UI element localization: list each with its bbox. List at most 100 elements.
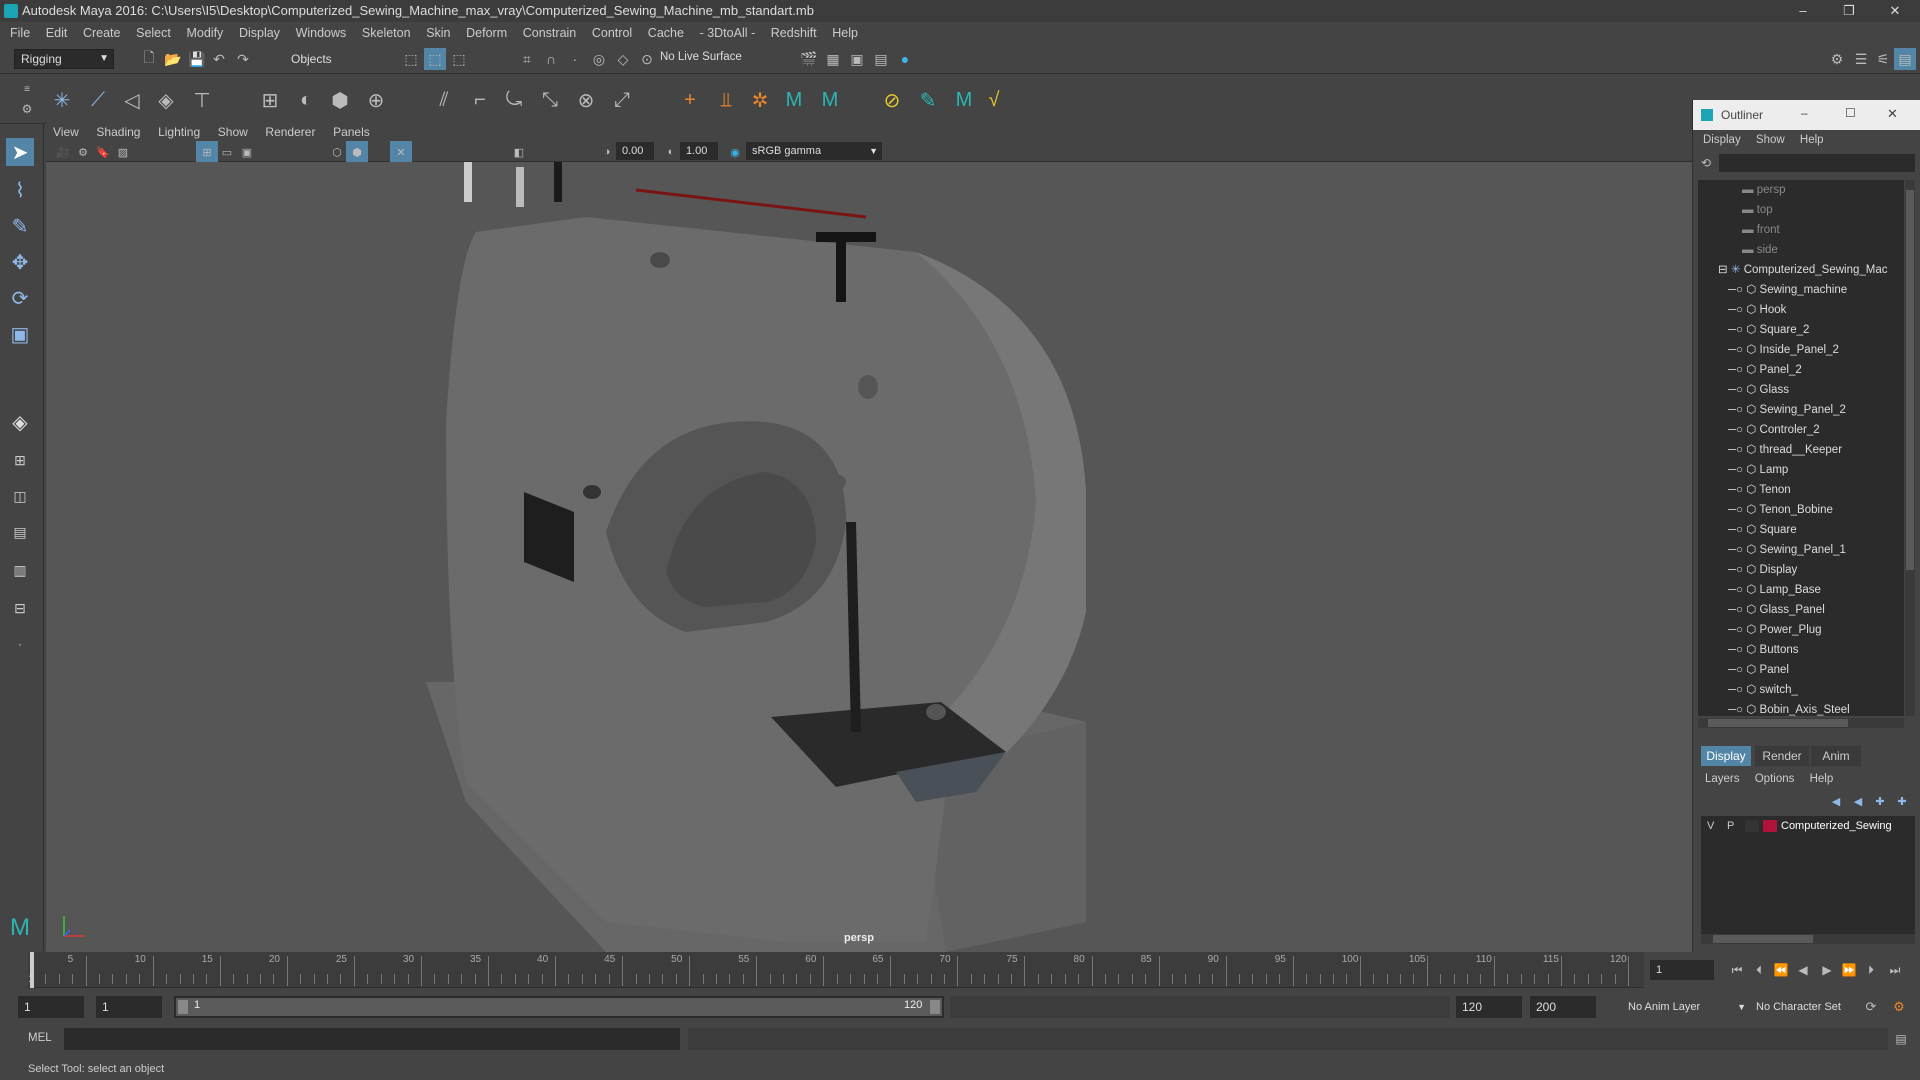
layout-two-view-icon[interactable]: ◫ [6, 482, 34, 510]
time-slider[interactable]: 1 5 10 15 20 25 30 35 40 45 50 55 60 65 70 75 80 85 90 95 1… [0, 952, 1920, 992]
selection-mode-dropdown[interactable]: Objects [282, 50, 377, 68]
outliner-item[interactable]: ─○ ⬡ Sewing_machine [1728, 280, 1847, 300]
tab-render[interactable]: Render [1755, 746, 1809, 766]
paint-weights-icon[interactable]: ◐ [292, 86, 320, 114]
menu-deform[interactable]: Deform [460, 22, 513, 44]
layout-hypershade-icon[interactable]: ⊟ [6, 594, 34, 622]
open-scene-icon[interactable]: 📂 [162, 48, 184, 70]
outliner-menu-display[interactable]: Display [1693, 134, 1747, 146]
humanik-icon[interactable]: M [780, 86, 808, 114]
bookmark-icon[interactable]: 🔖 [92, 141, 114, 163]
tab-anim[interactable]: Anim [1811, 746, 1861, 766]
vp-menu-lighting[interactable]: Lighting [151, 122, 207, 142]
outliner-group-item[interactable]: ⊟ ✳ Computerized_Sewing_Mac [1718, 260, 1888, 280]
layer-color-swatch[interactable] [1763, 820, 1777, 832]
make-live-icon[interactable]: ⊙ [636, 48, 658, 70]
close-button[interactable]: ✕ [1872, 0, 1918, 22]
command-input[interactable] [64, 1028, 680, 1050]
start-time-field[interactable]: 1 [18, 996, 84, 1018]
menu-edit[interactable]: Edit [40, 22, 74, 44]
hypershade-icon[interactable]: ● [894, 48, 916, 70]
scroll-thumb[interactable] [1906, 190, 1914, 570]
collapse-icon[interactable]: ⊟ [1718, 264, 1731, 276]
ik-handle-icon[interactable]: ⟋ [84, 86, 112, 114]
outliner-item[interactable]: ─○ ⬡ thread__Keeper [1728, 440, 1842, 460]
parent-constraint-icon[interactable]: ⫽ [430, 86, 458, 114]
character-set-dropdown[interactable]: No Character Set [1752, 996, 1870, 1018]
blend-shape-icon[interactable]: ✲ [746, 86, 774, 114]
pole-vector-icon[interactable]: ⤢ [608, 86, 636, 114]
ik-spline-icon[interactable]: ◁ [118, 86, 146, 114]
rotate-tool-icon[interactable]: ⟳ [6, 284, 34, 312]
image-plane-icon[interactable]: ▨ [112, 141, 134, 163]
outliner-item-top[interactable]: ▬ top [1742, 200, 1773, 220]
auto-key-icon[interactable]: ⟳ [1860, 996, 1882, 1018]
lasso-tool-icon[interactable]: ⌇ [6, 176, 34, 204]
render-current-icon[interactable]: ▦ [822, 48, 844, 70]
go-to-end-icon[interactable]: ⏭ [1884, 959, 1906, 981]
anim-layer-dropdown[interactable]: No Anim Layer ▼ [1624, 996, 1746, 1018]
step-forward-frame-icon[interactable]: ⏩ [1838, 959, 1860, 981]
skin-weight-icon[interactable]: ⊘ [878, 86, 906, 114]
outliner-item-side[interactable]: ▬ side [1742, 240, 1778, 260]
maya-rig-icon[interactable]: M [950, 86, 978, 114]
channel-box-icon[interactable]: ▤ [1894, 48, 1916, 70]
ipr-render-icon[interactable]: ▣ [846, 48, 868, 70]
anim-start-field[interactable]: 1 [96, 996, 162, 1018]
snap-point-icon[interactable]: ∙ [564, 48, 586, 70]
snap-view-plane-icon[interactable]: ◇ [612, 48, 634, 70]
anim-end-field[interactable]: 200 [1530, 996, 1596, 1018]
outliner-item[interactable]: ─○ ⬡ Panel_2 [1728, 360, 1802, 380]
outliner-item[interactable]: ─○ ⬡ Sewing_Panel_2 [1728, 400, 1846, 420]
new-layer-icon[interactable]: ✚ [1869, 790, 1891, 812]
cluster-icon[interactable]: ⊕ [362, 86, 390, 114]
preferences-icon[interactable]: ⚙ [1888, 996, 1910, 1018]
gamma-field[interactable]: 1.00 [680, 142, 718, 160]
resolution-gate-icon[interactable]: ▣ [236, 141, 258, 163]
tab-display[interactable]: Display [1701, 746, 1751, 766]
modeling-toolkit-icon[interactable]: ⚙ [1826, 48, 1848, 70]
vp-menu-show[interactable]: Show [211, 122, 255, 142]
wireframe-icon[interactable]: ⬡ [326, 141, 348, 163]
outliner-item[interactable]: ─○ ⬡ Square_2 [1728, 320, 1809, 340]
film-gate-icon[interactable]: ▭ [216, 141, 238, 163]
scroll-thumb[interactable] [1708, 719, 1848, 727]
outliner-filter-icon[interactable]: ⟲ [1695, 152, 1717, 174]
outliner-item[interactable]: ─○ ⬡ Tenon [1728, 480, 1791, 500]
current-time-indicator[interactable] [30, 952, 34, 988]
shelf-settings-icon[interactable]: ⚙ [16, 98, 38, 120]
select-by-component-icon[interactable]: ⬚ [448, 48, 470, 70]
layer-row[interactable]: V P Computerized_Sewing [1701, 816, 1915, 836]
vp-menu-shading[interactable]: Shading [89, 122, 147, 142]
menu-windows[interactable]: Windows [290, 22, 353, 44]
outliner-item[interactable]: ─○ ⬡ Glass [1728, 380, 1789, 400]
orient-constraint-icon[interactable]: ⤿ [500, 86, 528, 114]
show-manipulator-icon[interactable]: ◈ [6, 408, 34, 436]
vp-menu-view[interactable]: View [46, 122, 86, 142]
range-bar-fill[interactable] [176, 998, 942, 1016]
script-editor-icon[interactable]: ▤ [1890, 1028, 1912, 1050]
menu-skeleton[interactable]: Skeleton [356, 22, 417, 44]
color-space-dropdown[interactable]: sRGB gamma ▼ [746, 142, 882, 160]
grid-toggle-icon[interactable]: ⊞ [196, 141, 218, 163]
shelf-menu-icon[interactable]: ≡ [16, 78, 38, 100]
scale-tool-icon[interactable]: ▣ [6, 320, 34, 348]
outliner-item[interactable]: ─○ ⬡ switch_ [1728, 680, 1798, 700]
layer-menu-help[interactable]: Help [1804, 773, 1840, 785]
outliner-item[interactable]: ─○ ⬡ Controler_2 [1728, 420, 1820, 440]
layer-playback-toggle[interactable]: P [1727, 816, 1734, 836]
attribute-editor-icon[interactable]: ☰ [1850, 48, 1872, 70]
maya-home-icon[interactable]: M [6, 914, 34, 942]
select-by-object-icon[interactable]: ⬚ [424, 48, 446, 70]
menu-skin[interactable]: Skin [420, 22, 456, 44]
menu-redshift[interactable]: Redshift [765, 22, 823, 44]
outliner-item[interactable]: ─○ ⬡ Glass_Panel [1728, 600, 1825, 620]
undo-icon[interactable]: ↶ [208, 48, 230, 70]
step-back-frame-icon[interactable]: ⏪ [1770, 959, 1792, 981]
outliner-item[interactable]: ─○ ⬡ Display [1728, 560, 1797, 580]
layout-custom-icon[interactable]: · [6, 630, 34, 658]
play-backward-icon[interactable]: ◀ [1792, 959, 1814, 981]
menu-select[interactable]: Select [130, 22, 177, 44]
select-by-hierarchy-icon[interactable]: ⬚ [400, 48, 422, 70]
scroll-thumb[interactable] [1713, 935, 1813, 943]
